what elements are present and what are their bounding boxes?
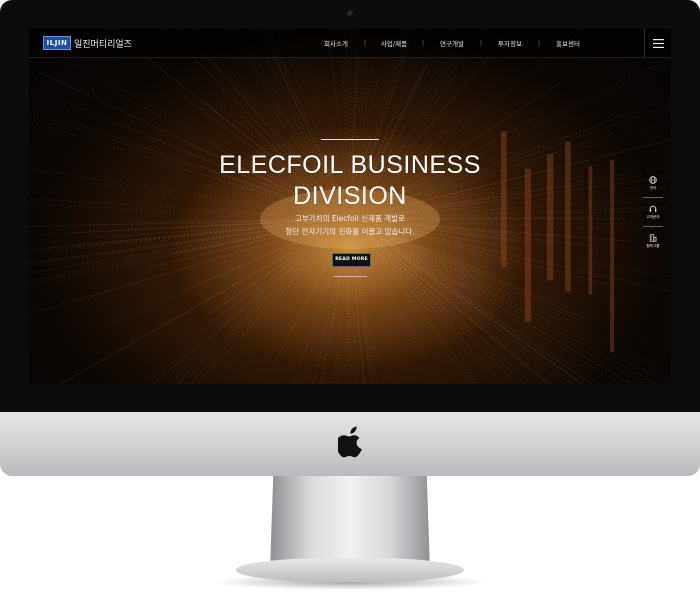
main-nav: 회사소개 | 사업/제품 | 연구개발 | 투자정보 | 홍보센터 (309, 29, 595, 57)
quick-menu-label: 고객문의 (646, 214, 660, 219)
quick-menu-group[interactable]: 협력그룹 (643, 227, 663, 255)
nav-item-research[interactable]: 연구개발 (425, 38, 479, 48)
logo-mark: ILJIN (43, 36, 71, 50)
hero-subtitle: 고부가치의 Elecfoil 신제품 개발로 첨단 전자기기의 진화를 이끌고 … (200, 212, 500, 238)
quick-menu-contact[interactable]: 고객문의 (643, 198, 663, 227)
hamburger-icon (653, 38, 664, 48)
apple-logo-icon (338, 426, 362, 458)
website-screen: ILJIN 일진머티리얼즈 회사소개 | 사업/제품 | 연구개발 | 투자정보… (29, 29, 671, 384)
nav-item-pr-center[interactable]: 홍보센터 (541, 38, 595, 48)
hero-title-line2: DIVISION (293, 182, 407, 210)
nav-item-company[interactable]: 회사소개 (309, 38, 363, 48)
quick-menu-language[interactable]: 언어 (643, 169, 663, 198)
hero-top-rule (321, 139, 379, 140)
hamburger-menu-button[interactable] (644, 29, 671, 57)
webcam (347, 10, 353, 16)
monitor-stand-base (236, 558, 464, 582)
site-logo[interactable]: ILJIN 일진머티리얼즈 (43, 36, 132, 50)
read-more-button[interactable]: READ MORE (332, 253, 371, 267)
building-icon (649, 233, 657, 242)
monitor-bezel: ILJIN 일진머티리얼즈 회사소개 | 사업/제품 | 연구개발 | 투자정보… (0, 0, 700, 412)
site-header: ILJIN 일진머티리얼즈 회사소개 | 사업/제품 | 연구개발 | 투자정보… (29, 29, 671, 58)
hero-subtitle-line2: 첨단 전자기기의 진화를 이끌고 있습니다. (285, 227, 415, 236)
logo-text: 일진머티리얼즈 (74, 39, 132, 50)
quick-menu: 언어 고객문의 협력그룹 (643, 169, 663, 255)
quick-menu-label: 협력그룹 (646, 243, 660, 248)
nav-item-business[interactable]: 사업/제품 (367, 38, 421, 48)
hero-title-line1: ELECFOIL BUSINESS (219, 151, 481, 179)
nav-item-investor[interactable]: 투자정보 (483, 38, 537, 48)
headset-icon (649, 205, 657, 212)
hero-subtitle-line1: 고부가치의 Elecfoil 신제품 개발로 (294, 214, 405, 223)
globe-icon (649, 175, 657, 184)
hero-title: ELECFOIL BUSINESS DIVISION (150, 150, 550, 212)
quick-menu-label: 언어 (649, 185, 657, 190)
hero-bottom-rule (333, 276, 367, 277)
